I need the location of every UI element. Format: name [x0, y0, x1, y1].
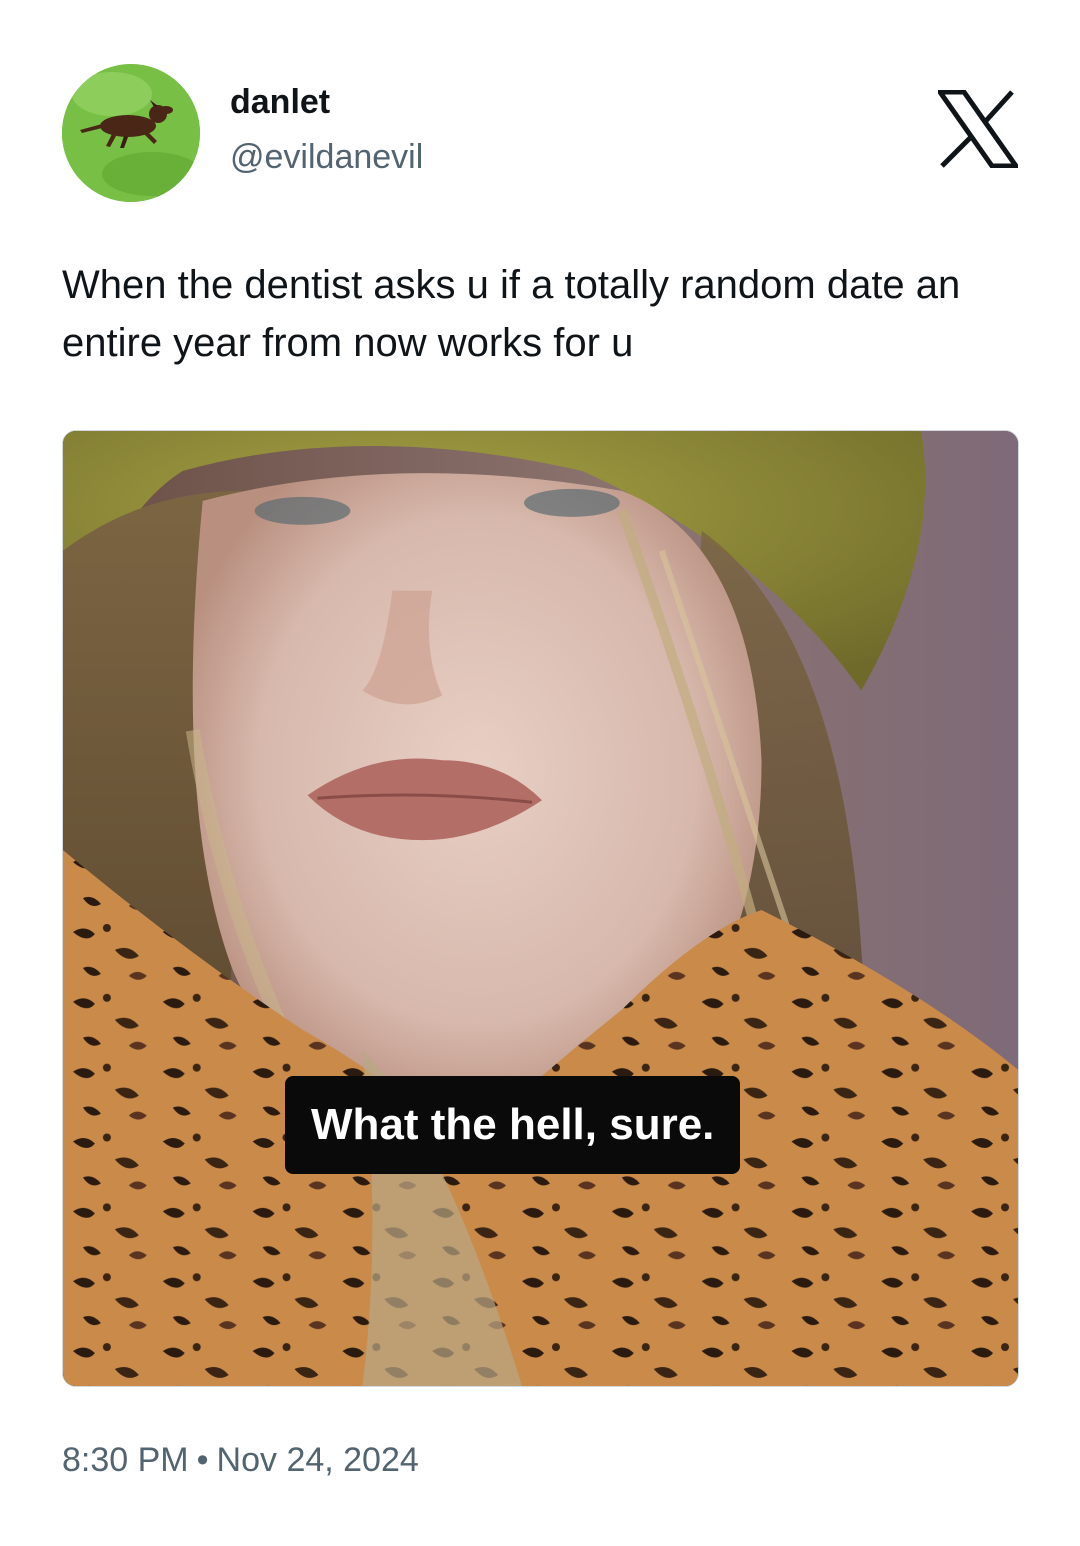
tweet-card: danlet @evildanevil When the dentist ask… [0, 0, 1080, 1546]
tweet-timestamp[interactable]: 8:30 PM • Nov 24, 2024 [62, 1438, 419, 1482]
author-handle[interactable]: @evildanevil [230, 137, 423, 177]
tweet-date: Nov 24, 2024 [216, 1441, 419, 1479]
x-logo-icon [938, 90, 1018, 168]
tweet-time: 8:30 PM [62, 1441, 189, 1479]
timestamp-separator: • [196, 1441, 209, 1479]
tweet-text: When the dentist asks u if a totally ran… [62, 263, 961, 365]
tweet-media-image[interactable]: What the hell, sure. [62, 430, 1019, 1387]
avatar[interactable] [62, 64, 200, 202]
author-display-name[interactable]: danlet [230, 82, 330, 122]
dachshund-avatar-icon [62, 64, 200, 202]
selfie-photo [63, 431, 1018, 1386]
media-caption: What the hell, sure. [285, 1076, 741, 1174]
